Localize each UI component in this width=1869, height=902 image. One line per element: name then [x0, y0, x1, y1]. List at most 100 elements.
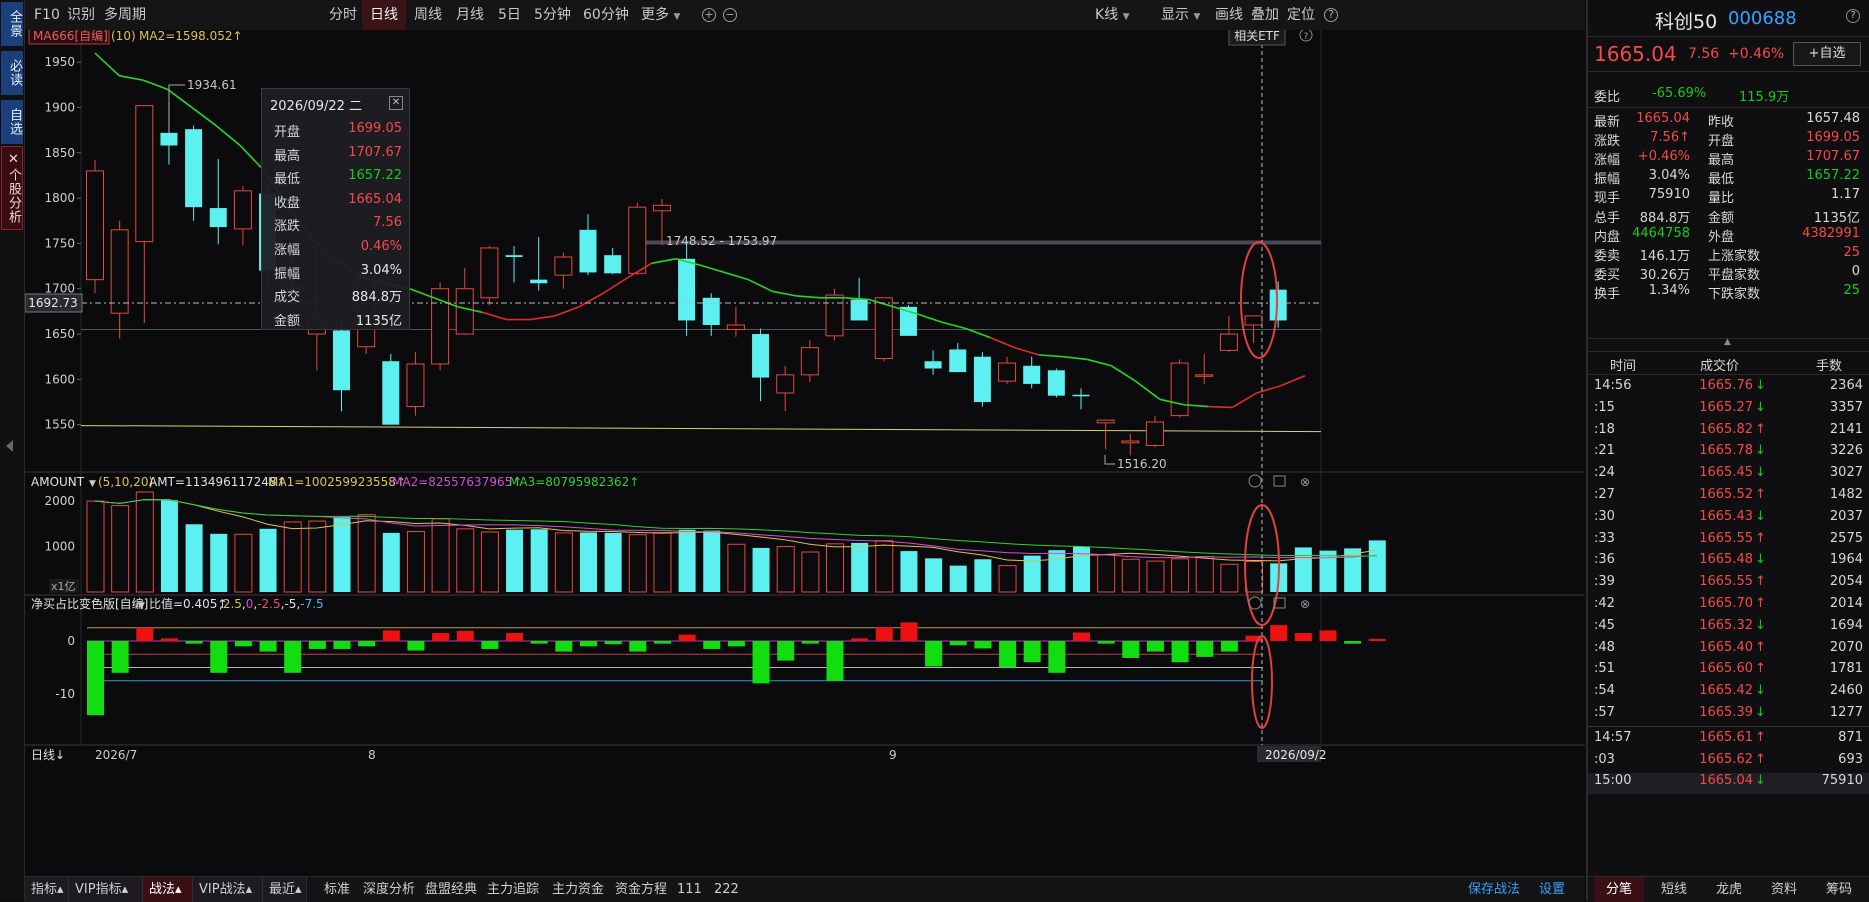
amount-bar[interactable]: [1121, 558, 1140, 593]
netbuy-bar[interactable]: [752, 641, 770, 684]
candle-body[interactable]: [874, 297, 893, 360]
amount-bar[interactable]: [974, 559, 992, 592]
tab-5min[interactable]: 5分钟: [534, 0, 571, 30]
netbuy-bar[interactable]: [358, 641, 376, 647]
candle-body[interactable]: [924, 361, 942, 369]
amount-bar[interactable]: [826, 543, 844, 593]
netbuy-bar[interactable]: [925, 641, 943, 667]
netbuy-bar[interactable]: [432, 633, 450, 641]
save-strategy-link[interactable]: 保存战法: [1468, 877, 1520, 902]
strategy-link[interactable]: 标准: [324, 877, 350, 902]
amount-bar[interactable]: [604, 532, 622, 592]
tab-5day[interactable]: 5日: [498, 0, 521, 30]
netbuy-bar[interactable]: [1344, 641, 1362, 644]
candle-body[interactable]: [998, 362, 1017, 382]
left-tab-must-read[interactable]: 必读: [1, 51, 23, 95]
close-icon[interactable]: ⊗: [1300, 475, 1310, 489]
netbuy-bar[interactable]: [851, 638, 869, 641]
quote-tab[interactable]: 筹码: [1814, 877, 1864, 902]
amount-bar[interactable]: [333, 517, 351, 592]
strategy-link[interactable]: 111: [677, 877, 702, 902]
netbuy-bar[interactable]: [87, 641, 104, 716]
candle-body[interactable]: [333, 330, 350, 391]
amount-bar[interactable]: [1245, 561, 1264, 593]
amount-bar[interactable]: [259, 528, 277, 592]
netbuy-bar[interactable]: [900, 622, 918, 641]
candle-body[interactable]: [455, 288, 474, 335]
candle-body[interactable]: [160, 132, 178, 146]
netbuy-bar[interactable]: [185, 641, 203, 644]
quote-tab[interactable]: 短线: [1649, 877, 1699, 902]
tab-weekly[interactable]: 周线: [414, 0, 442, 30]
left-tab-overview[interactable]: 全景: [1, 2, 23, 46]
amount-bar[interactable]: [900, 551, 918, 592]
candle-body[interactable]: [1145, 421, 1164, 447]
candle-body[interactable]: [1096, 419, 1115, 424]
help-icon[interactable]: ?: [1324, 8, 1338, 22]
netbuy-bar[interactable]: [1294, 633, 1312, 641]
amount-bar[interactable]: [111, 505, 130, 593]
amount-bar[interactable]: [1368, 540, 1386, 592]
caret-up-icon[interactable]: ▲: [1724, 337, 1731, 347]
amount-bar[interactable]: [86, 500, 105, 593]
amount-bar[interactable]: [998, 565, 1017, 593]
amount-bar[interactable]: [1146, 560, 1165, 593]
netbuy-bar[interactable]: [506, 633, 524, 641]
tab-daily[interactable]: 日线: [362, 0, 406, 30]
candle-body[interactable]: [480, 247, 499, 299]
candle-body[interactable]: [209, 208, 227, 228]
netbuy-bar[interactable]: [1368, 638, 1386, 641]
candle-body[interactable]: [702, 297, 720, 325]
amount-bar[interactable]: [678, 529, 696, 592]
locate-button[interactable]: 定位: [1287, 0, 1315, 30]
amount-bar[interactable]: [382, 532, 400, 592]
netbuy-bar[interactable]: [284, 641, 302, 673]
candle-body[interactable]: [678, 258, 696, 321]
netbuy-bar[interactable]: [580, 641, 597, 647]
netbuy-indicator-name[interactable]: 净买占比变色版[自编]: [31, 596, 148, 611]
tab-monthly[interactable]: 月线: [456, 0, 484, 30]
strategy-link[interactable]: 222: [714, 877, 739, 902]
candle-body[interactable]: [825, 294, 844, 337]
netbuy-bar[interactable]: [234, 641, 252, 647]
amount-bar[interactable]: [1294, 547, 1312, 592]
netbuy-bar[interactable]: [1097, 641, 1115, 644]
quote-tab[interactable]: 资料: [1759, 877, 1809, 902]
indicator-name[interactable]: MA666[自编]: [33, 30, 108, 43]
netbuy-bar[interactable]: [308, 641, 326, 649]
candle-body[interactable]: [382, 361, 400, 425]
amount-bar[interactable]: [875, 540, 894, 593]
candle-body[interactable]: [1121, 440, 1140, 444]
amount-bar[interactable]: [456, 528, 475, 593]
amount-bar[interactable]: [580, 532, 597, 592]
collapse-left-icon[interactable]: [6, 440, 13, 452]
candle-body[interactable]: [1269, 289, 1287, 321]
left-tab-watchlist[interactable]: 自选: [1, 100, 23, 144]
candle-body[interactable]: [726, 324, 745, 331]
amount-bar[interactable]: [949, 565, 967, 592]
amount-bar[interactable]: [703, 530, 721, 592]
bottom-tab[interactable]: 指标▴: [25, 877, 69, 902]
amount-bar[interactable]: [653, 531, 672, 593]
display-dropdown[interactable]: 显示 ▼: [1161, 0, 1200, 30]
candle-body[interactable]: [135, 105, 154, 243]
netbuy-bar[interactable]: [1319, 630, 1337, 641]
candle-body[interactable]: [800, 347, 819, 376]
amount-bar[interactable]: [357, 514, 376, 593]
netbuy-bar[interactable]: [777, 641, 795, 661]
amount-bar[interactable]: [530, 529, 548, 592]
candle-body[interactable]: [1072, 394, 1090, 397]
netbuy-bar[interactable]: [210, 641, 228, 673]
kline-dropdown[interactable]: K线 ▼: [1095, 0, 1130, 30]
period-tag[interactable]: 日线↓: [31, 748, 65, 762]
f10-button[interactable]: F10: [34, 0, 60, 30]
netbuy-bar[interactable]: [1048, 641, 1066, 673]
bottom-tab[interactable]: 最近▴: [263, 877, 307, 902]
netbuy-bar[interactable]: [1146, 641, 1164, 652]
netbuy-bar[interactable]: [407, 641, 425, 651]
candle-body[interactable]: [554, 256, 573, 276]
candle-body[interactable]: [1023, 365, 1041, 384]
netbuy-bar[interactable]: [604, 641, 622, 645]
zoom-in-icon[interactable]: +: [702, 8, 716, 22]
candle-body[interactable]: [233, 190, 252, 230]
